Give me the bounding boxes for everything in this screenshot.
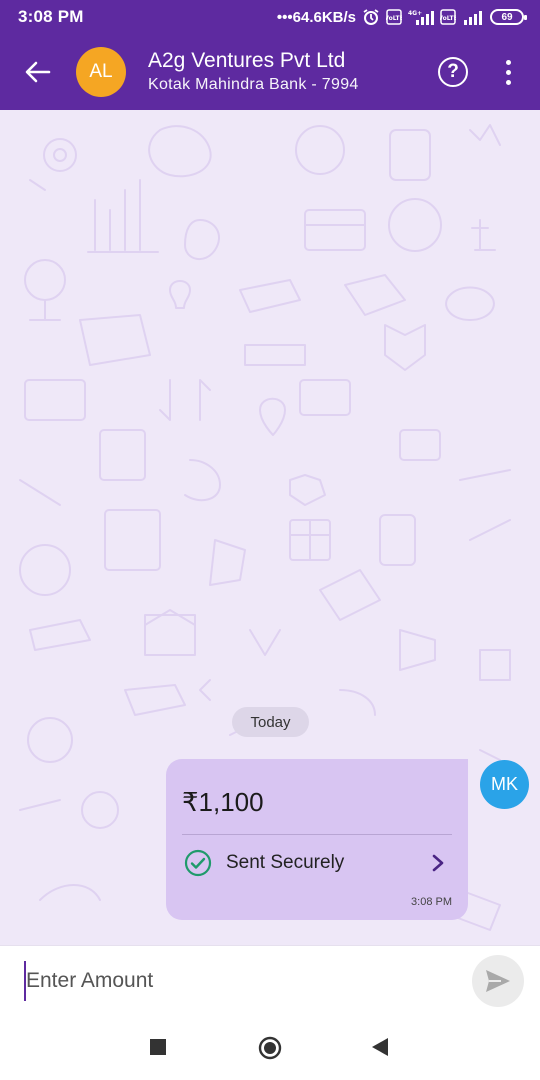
battery-icon: 69 [490, 9, 527, 25]
battery-level: 69 [501, 11, 513, 23]
help-button[interactable]: ? [438, 57, 468, 87]
chat-area[interactable]: Today ₹1,100 Sent Securely 3:08 PM MK [0, 110, 540, 945]
status-bar: 3:08 PM •••64.6KB/s VoLTE 4G+ VoLTE 69 [0, 0, 540, 34]
payment-status-row[interactable]: Sent Securely [184, 848, 446, 878]
amount-input-bar [0, 945, 540, 1015]
volte-icon-2: VoLTE [440, 9, 456, 25]
contact-name: A2g Ventures Pvt Ltd [148, 49, 346, 72]
date-separator: Today [232, 707, 309, 737]
svg-text:VoLTE: VoLTE [386, 15, 402, 22]
check-circle-icon [184, 849, 212, 877]
signal-icon-2 [462, 9, 484, 25]
recents-button[interactable] [148, 1037, 168, 1057]
alarm-icon [362, 8, 380, 26]
message-time: 3:08 PM [411, 896, 452, 908]
triangle-back-icon [372, 1038, 388, 1056]
bubble-divider [182, 834, 452, 835]
send-icon [486, 969, 510, 992]
square-icon [150, 1039, 166, 1055]
network-speed: •••64.6KB/s [276, 8, 356, 26]
more-vertical-icon [505, 59, 511, 65]
signal-icon-1: 4G+ [408, 9, 434, 25]
back-arrow-icon [25, 61, 51, 83]
help-icon: ? [447, 61, 459, 82]
contact-info[interactable]: A2g Ventures Pvt Ltd Kotak Mahindra Bank… [148, 48, 438, 96]
svg-text:VoLTE: VoLTE [440, 15, 456, 22]
svg-text:4G+: 4G+ [408, 10, 422, 17]
circle-icon [258, 1036, 282, 1060]
payment-status: Sent Securely [226, 852, 345, 873]
send-button[interactable] [472, 954, 524, 1007]
contact-avatar[interactable]: AL [76, 47, 126, 97]
back-button[interactable] [18, 52, 58, 92]
nav-back-button[interactable] [370, 1037, 390, 1057]
system-nav-bar [0, 1015, 540, 1080]
more-options-button[interactable] [498, 57, 518, 87]
amount-input[interactable] [24, 960, 444, 1001]
payment-amount: ₹1,100 [182, 787, 264, 817]
payment-message-bubble[interactable]: ₹1,100 Sent Securely 3:08 PM [166, 759, 468, 920]
chevron-right-icon [432, 854, 444, 872]
chat-header: AL A2g Ventures Pvt Ltd Kotak Mahindra B… [0, 34, 540, 110]
status-indicators: •••64.6KB/s VoLTE 4G+ VoLTE 69 [276, 8, 527, 26]
home-button[interactable] [257, 1035, 283, 1061]
sender-avatar: MK [480, 760, 529, 809]
bank-account: Kotak Mahindra Bank - 7994 [148, 76, 359, 93]
status-time: 3:08 PM [18, 7, 84, 26]
volte-icon: VoLTE [386, 9, 402, 25]
